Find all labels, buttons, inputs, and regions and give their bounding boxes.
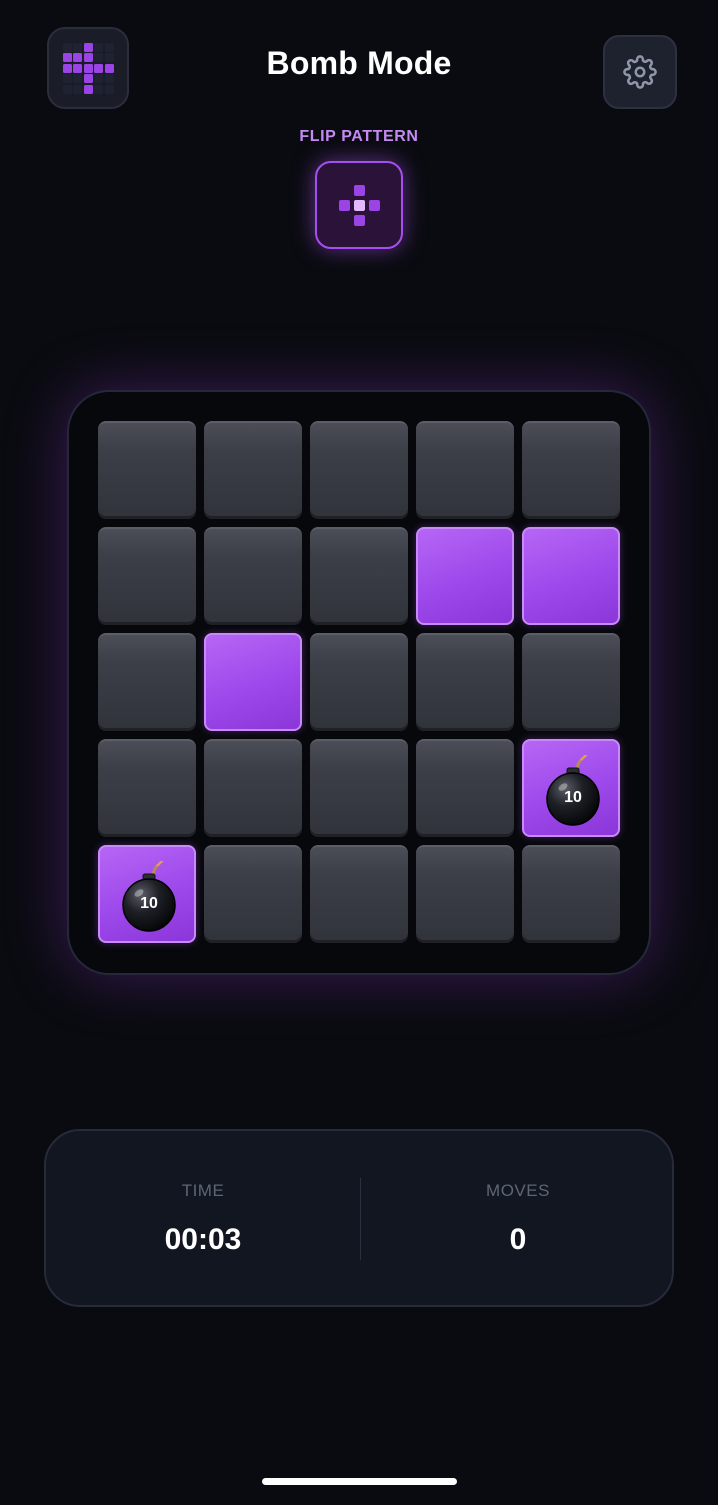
board-tile[interactable] — [204, 421, 302, 519]
board-tile[interactable] — [310, 633, 408, 731]
game-board: 10 10 — [67, 390, 651, 975]
board-tile[interactable] — [204, 527, 302, 625]
board-tile[interactable] — [416, 845, 514, 943]
board-tile[interactable]: 10 — [522, 739, 620, 837]
board-tile[interactable] — [98, 527, 196, 625]
board-tile[interactable] — [416, 739, 514, 837]
moves-value: 0 — [509, 1223, 527, 1256]
board-tile[interactable] — [98, 421, 196, 519]
pattern-cell — [339, 185, 350, 196]
bomb-countdown: 10 — [140, 895, 158, 912]
board-tile[interactable]: 10 — [98, 845, 196, 943]
logo-grid-cell — [83, 84, 93, 94]
board-tile[interactable] — [310, 421, 408, 519]
board-tile[interactable] — [204, 845, 302, 943]
logo-grid-cell — [73, 84, 82, 94]
time-value: 00:03 — [164, 1223, 242, 1256]
board-tile[interactable] — [522, 845, 620, 943]
pattern-cell — [368, 199, 380, 211]
board-tile[interactable] — [310, 739, 408, 837]
home-indicator[interactable] — [262, 1478, 457, 1485]
bomb-countdown: 10 — [564, 789, 582, 806]
board-tile[interactable] — [204, 633, 302, 731]
stats-panel: TIME 00:03 MOVES 0 — [44, 1129, 674, 1307]
logo-grid-cell — [62, 84, 72, 94]
settings-button[interactable] — [603, 35, 677, 109]
board-tile[interactable] — [522, 633, 620, 731]
board-tile[interactable] — [310, 527, 408, 625]
pattern-cell — [353, 214, 365, 226]
logo-grid-cell — [94, 84, 103, 94]
board-tile[interactable] — [98, 739, 196, 837]
moves-label: MOVES — [486, 1181, 550, 1200]
logo-grid-cell — [104, 84, 114, 94]
board-tile[interactable] — [98, 633, 196, 731]
pattern-cell — [353, 199, 365, 211]
board-tile[interactable] — [416, 421, 514, 519]
pattern-cell — [353, 184, 365, 196]
pattern-cell — [339, 215, 350, 226]
board-tile[interactable] — [416, 633, 514, 731]
board-tile[interactable] — [416, 527, 514, 625]
time-label: TIME — [181, 1181, 225, 1200]
time-stat: TIME 00:03 — [46, 1131, 360, 1305]
board-tile[interactable] — [310, 845, 408, 943]
pattern-cell — [369, 215, 380, 226]
board-tile[interactable] — [522, 527, 620, 625]
gear-icon — [623, 55, 657, 89]
pattern-cell — [369, 185, 380, 196]
board-tile[interactable] — [522, 421, 620, 519]
moves-stat: MOVES 0 — [361, 1131, 675, 1305]
board-tile[interactable] — [204, 739, 302, 837]
pattern-grid — [338, 184, 380, 226]
flip-pattern-preview[interactable] — [315, 161, 403, 249]
pattern-cell — [338, 199, 350, 211]
flip-pattern-label: FLIP PATTERN — [299, 128, 419, 145]
